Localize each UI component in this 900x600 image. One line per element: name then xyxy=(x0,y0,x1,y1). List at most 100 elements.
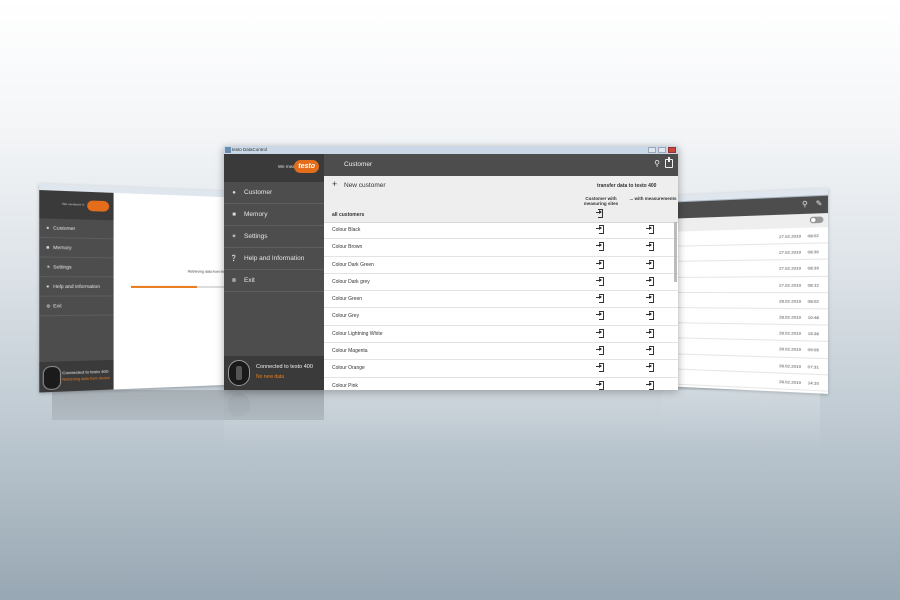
row-time: 10:48 xyxy=(807,314,819,321)
transfer-sites-icon[interactable] xyxy=(596,259,604,270)
transfer-sites-icon[interactable] xyxy=(596,311,604,321)
left-nav-customer[interactable]: ● Customer xyxy=(39,218,114,240)
row-date: 28.02.2019 xyxy=(779,378,802,385)
minimize-button[interactable] xyxy=(648,147,656,153)
exit-icon: ⊗ xyxy=(231,278,237,284)
transfer-sites-icon[interactable] xyxy=(596,276,604,287)
table-row[interactable]: Colour Lightning White xyxy=(324,326,678,344)
status-text: No new data xyxy=(256,374,285,380)
left-nav-exit[interactable]: ⊗ Exit xyxy=(39,296,114,317)
transfer-measurements-icon[interactable] xyxy=(646,328,654,339)
left-nav-memory[interactable]: ■ Memory xyxy=(39,237,114,259)
export-icon[interactable] xyxy=(665,157,673,168)
left-nav-label: Settings xyxy=(53,264,72,270)
maximize-button[interactable] xyxy=(658,147,666,153)
transfer-sites-icon[interactable] xyxy=(596,346,604,356)
memory-icon: ■ xyxy=(232,211,236,218)
sidebar-item-exit[interactable]: ⊗ Exit xyxy=(224,270,324,292)
close-button[interactable] xyxy=(668,147,676,153)
row-date: 27.02.2019 xyxy=(779,249,802,256)
transfer-sites-icon[interactable] xyxy=(596,328,604,339)
customer-list: Colour Black Colour Brown Colour Dark Gree… xyxy=(324,222,678,390)
left-nav-settings[interactable]: ✶ Settings xyxy=(39,257,114,278)
window-title: testo DataControl xyxy=(232,147,268,152)
table-row[interactable]: Colour Orange xyxy=(324,360,678,378)
transfer-measurements-icon[interactable] xyxy=(646,311,654,321)
transfer-sites-icon[interactable] xyxy=(596,363,604,373)
transfer-sites-icon[interactable] xyxy=(596,225,604,235)
transfer-measurements-icon[interactable] xyxy=(646,346,654,356)
background-window-right: ⚲ ✎ 27.02.2019 08:02 27.02.2019 08:30 27.02.… xyxy=(662,188,828,394)
customer-name: Colour Green xyxy=(332,296,363,303)
sidebar-item-label: Settings xyxy=(244,233,268,240)
table-row[interactable]: Colour Dark grey xyxy=(324,274,678,292)
row-time: 14:10 xyxy=(807,379,819,386)
row-date: 28.02.2019 xyxy=(779,362,802,369)
gear-icon: ✶ xyxy=(46,264,51,270)
toggle-switch[interactable] xyxy=(809,216,824,224)
device-icon xyxy=(42,365,62,391)
list-item[interactable]: 27.02.2019 08:39 xyxy=(662,260,828,278)
customer-name: Colour Pink xyxy=(332,382,358,389)
list-item[interactable]: 27.02.2019 08:12 xyxy=(662,276,828,293)
sidebar-item-customer[interactable]: ● Customer xyxy=(224,182,324,204)
left-nav-help[interactable]: ● Help and Information xyxy=(39,277,114,297)
transfer-measurements-icon[interactable] xyxy=(646,276,654,287)
search-icon[interactable]: ⚲ xyxy=(654,159,660,168)
transfer-measurements-icon[interactable] xyxy=(646,259,654,270)
sidebar-item-label: Exit xyxy=(244,277,255,284)
search-icon[interactable]: ⚲ xyxy=(802,200,808,209)
left-nav-label: Exit xyxy=(53,303,62,309)
table-row[interactable]: Colour Dark Green xyxy=(324,257,678,274)
transfer-measurements-icon[interactable] xyxy=(646,225,654,235)
left-window-sidebar: We measure it. ● Customer ■ Memory ✶ Settin… xyxy=(39,190,114,393)
row-date: 28.02.2019 xyxy=(779,298,802,304)
row-time: 15:38 xyxy=(807,330,819,337)
row-time: 08:02 xyxy=(807,298,819,304)
all-customers-label: all customers xyxy=(332,212,365,218)
transfer-measurements-icon[interactable] xyxy=(646,242,654,252)
left-nav-label: Help and Information xyxy=(53,283,101,290)
info-icon: ❔ xyxy=(230,256,238,262)
reflection-device xyxy=(228,393,250,417)
table-row[interactable]: Colour Magenta xyxy=(324,343,678,361)
page-header: Customer ⚲ xyxy=(324,154,678,176)
left-window-claim: We measure it. xyxy=(62,201,85,207)
column-header-measurements: ... with measurements xyxy=(629,196,677,201)
person-icon: ● xyxy=(232,189,236,196)
main-window: testo DataControl We measure it. testo ●… xyxy=(224,146,678,390)
background-window-left: We measure it. ● Customer ■ Memory ✶ Settin… xyxy=(39,183,249,393)
scrollbar[interactable] xyxy=(674,222,677,282)
table-row[interactable]: Colour Grey xyxy=(324,308,678,326)
sidebar-item-memory[interactable]: ■ Memory xyxy=(224,204,324,226)
testo-logo-icon: testo xyxy=(294,160,319,173)
row-time: 08:39 xyxy=(807,265,819,272)
edit-icon[interactable]: ✎ xyxy=(816,199,823,208)
transfer-sites-icon[interactable] xyxy=(596,242,604,252)
left-window-brand: We measure it. xyxy=(39,190,114,221)
table-row[interactable]: Colour Black xyxy=(324,222,678,240)
sidebar-item-help[interactable]: ❔ Help and Information xyxy=(224,248,324,270)
left-connected-text: Connected to testo 400 xyxy=(62,368,109,376)
row-date: 28.02.2019 xyxy=(779,330,802,337)
connected-text: Connected to testo 400 xyxy=(256,364,313,370)
transfer-measurements-icon[interactable] xyxy=(646,363,654,373)
table-row[interactable]: Colour Brown xyxy=(324,239,678,257)
transfer-measurements-icon[interactable] xyxy=(646,294,654,304)
table-row[interactable]: Colour Green xyxy=(324,291,678,309)
transfer-measurements-icon[interactable] xyxy=(646,380,654,390)
new-customer-button[interactable]: New customer xyxy=(344,182,386,189)
transfer-sites-icon[interactable] xyxy=(596,294,604,304)
list-item[interactable]: 28.02.2019 08:02 xyxy=(662,292,828,310)
sidebar-item-settings[interactable]: ✶ Settings xyxy=(224,226,324,248)
plus-icon[interactable]: + xyxy=(332,179,337,189)
transfer-sites-icon[interactable] xyxy=(596,380,604,390)
row-time: 08:12 xyxy=(807,281,819,288)
device-icon xyxy=(228,360,250,386)
transfer-all-icon[interactable] xyxy=(596,209,603,218)
memory-icon: ■ xyxy=(46,244,50,251)
left-nav-label: Customer xyxy=(53,225,76,232)
table-row[interactable]: Colour Pink xyxy=(324,378,678,390)
customer-name: Colour Dark Green xyxy=(332,261,374,268)
floor-reflection xyxy=(52,390,822,450)
